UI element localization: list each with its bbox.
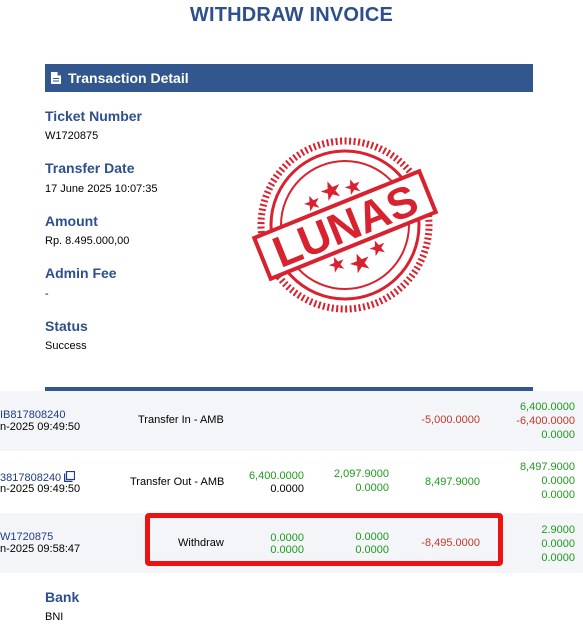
- balance-line-3: 0.0000: [541, 552, 575, 564]
- status-value: Success: [45, 340, 87, 352]
- transaction-id[interactable]: IB817808240: [0, 409, 65, 421]
- transaction-id[interactable]: W1720875: [0, 531, 53, 543]
- amount-value: Rp. 8.495.000,00: [45, 235, 130, 247]
- copy-icon[interactable]: [64, 470, 76, 482]
- bank-value: BNI: [45, 611, 64, 623]
- table-row: IB817808240 n-2025 09:49:50 Transfer In …: [0, 391, 583, 451]
- transaction-type: Transfer Out - AMB: [130, 476, 225, 488]
- document-icon: [51, 72, 61, 84]
- admin-fee-value: -: [45, 288, 49, 300]
- column-2-line-1: 2,097.9000: [333, 468, 389, 480]
- transaction-amount: 8,497.9000: [424, 476, 480, 488]
- transaction-amount: -5,000.0000: [421, 414, 480, 426]
- highlight-box: [145, 513, 503, 566]
- ticket-number-value: W1720875: [45, 130, 99, 142]
- balance-line-1: 8,497.9000: [519, 461, 575, 473]
- column-1-line-1: 6,400.0000: [248, 470, 304, 482]
- transaction-timestamp: n-2025 09:49:50: [0, 483, 81, 495]
- page-title: WITHDRAW INVOICE: [189, 4, 394, 26]
- balance-line-2: 0.0000: [541, 475, 575, 487]
- amount-label: Amount: [45, 213, 98, 229]
- transaction-detail-header: Transaction Detail: [45, 64, 533, 92]
- balance-line-2: 0.0000: [541, 538, 575, 550]
- balance-line-2: -6,400.0000: [516, 415, 575, 427]
- balance-line-3: 0.0000: [541, 489, 575, 501]
- transaction-type: Transfer In - AMB: [138, 414, 224, 426]
- admin-fee-label: Admin Fee: [45, 265, 117, 281]
- transaction-timestamp: n-2025 09:49:50: [0, 421, 81, 433]
- column-2-line-2: 0.0000: [355, 482, 389, 494]
- transfer-date-label: Transfer Date: [45, 160, 135, 176]
- column-1-line-2: 0.0000: [270, 483, 304, 495]
- section-title: Transaction Detail: [68, 70, 189, 86]
- bank-label: Bank: [45, 589, 80, 605]
- balance-line-1: 2.9000: [541, 524, 575, 536]
- lunas-stamp: LUNAS: [251, 137, 439, 313]
- transaction-timestamp: n-2025 09:58:47: [0, 543, 81, 555]
- status-label: Status: [45, 318, 88, 334]
- transfer-date-value: 17 June 2025 10:07:35: [45, 183, 158, 195]
- balance-line-3: 0.0000: [541, 429, 575, 441]
- table-row: 3817808240 n-2025 09:49:50 Transfer Out …: [0, 452, 583, 512]
- ticket-number-label: Ticket Number: [45, 108, 142, 124]
- balance-line-1: 6,400.0000: [519, 401, 575, 413]
